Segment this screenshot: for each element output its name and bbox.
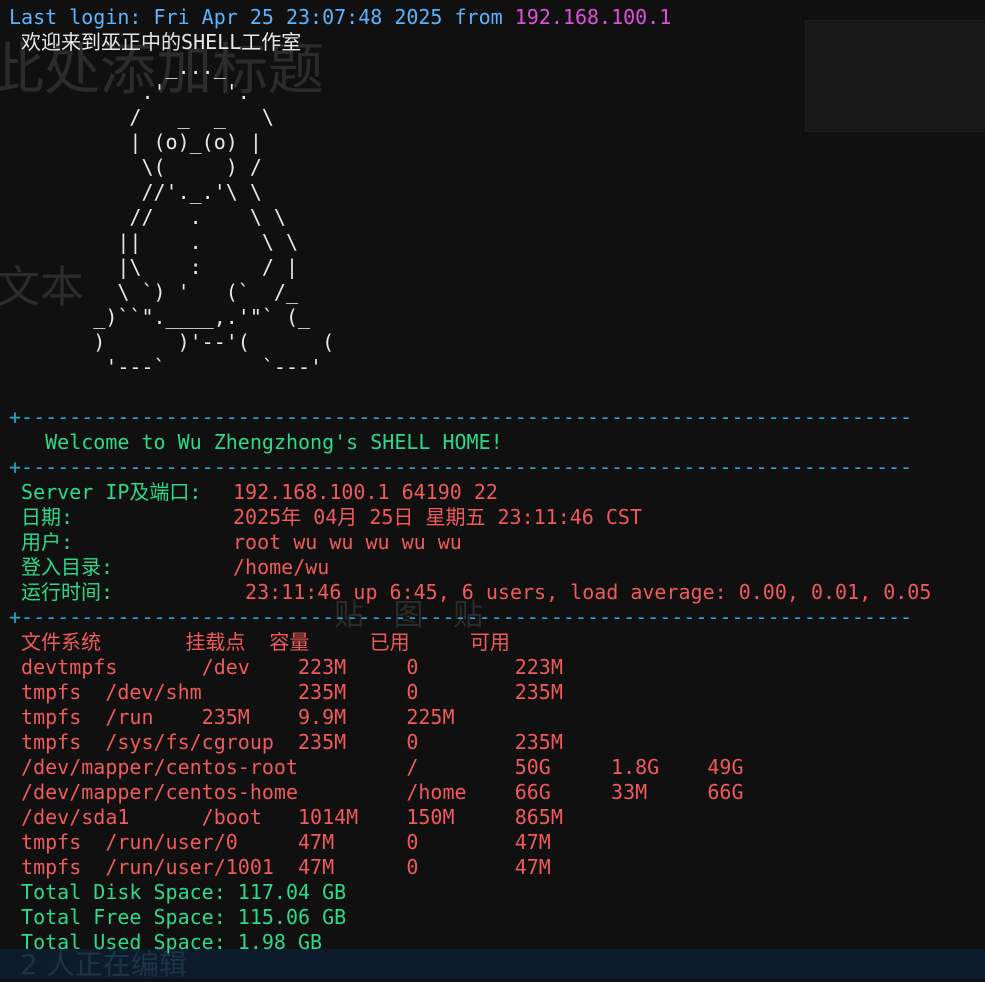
total-disk-space: Total Disk Space: 117.04 GB bbox=[9, 880, 347, 904]
disk-table-row: tmpfs /run/user/1001 47M 0 47M bbox=[9, 855, 551, 879]
ascii-art-line: .' '. bbox=[9, 80, 250, 104]
info-row-uptime: 运行时间: 23:11:46 up 6:45, 6 users, load av… bbox=[9, 580, 985, 605]
info-key: 日期: bbox=[9, 505, 74, 529]
ascii-art-line: |\ : / | bbox=[9, 255, 298, 279]
disk-table-row: tmpfs /dev/shm 235M 0 235M bbox=[9, 680, 563, 704]
last-login-label: Last login: Fri Apr 25 23:07:48 2025 fro… bbox=[9, 5, 515, 29]
info-key: 运行时间: bbox=[9, 580, 114, 604]
ascii-art-line: || . \ \ bbox=[9, 230, 298, 254]
disk-table-row: /dev/sda1 /boot 1014M 150M 865M bbox=[9, 805, 563, 829]
divider-bottom: +---------------------------------------… bbox=[9, 605, 913, 629]
info-key: 登入目录: bbox=[9, 555, 114, 579]
disk-table-row: tmpfs /sys/fs/cgroup 235M 0 235M bbox=[9, 730, 563, 754]
ascii-art-line: //'._.'\ \ bbox=[9, 180, 262, 204]
disk-table-row: tmpfs /run 235M 9.9M 225M bbox=[9, 705, 455, 729]
ascii-art-line: _..._ bbox=[9, 55, 226, 79]
info-value: 23:11:46 up 6:45, 6 users, load average:… bbox=[233, 580, 932, 604]
ascii-art-line: ) )'--'( ( bbox=[9, 330, 335, 354]
info-key: Server IP及端口: bbox=[9, 480, 202, 504]
info-row-date: 日期: 2025年 04月 25日 星期五 23:11:46 CST bbox=[9, 505, 985, 530]
last-login-ip: 192.168.100.1 bbox=[514, 5, 672, 29]
info-value: /home/wu bbox=[233, 555, 330, 579]
ascii-art-line: / _ _ \ bbox=[9, 105, 274, 129]
info-value: 192.168.100.1 64190 22 bbox=[233, 480, 498, 504]
info-value: root wu wu wu wu wu bbox=[233, 530, 462, 554]
system-info: Server IP及端口: 192.168.100.1 64190 22 日期: 2… bbox=[9, 480, 985, 605]
ascii-art-line: '---` `---' bbox=[9, 355, 323, 379]
divider-top: +---------------------------------------… bbox=[9, 405, 913, 429]
ascii-art-line: \( ) / bbox=[9, 155, 262, 179]
info-row-user: 用户: root wu wu wu wu wu bbox=[9, 530, 985, 555]
divider-middle: +---------------------------------------… bbox=[9, 455, 913, 479]
info-value: 2025年 04月 25日 星期五 23:11:46 CST bbox=[233, 505, 642, 529]
ascii-art-line: // . \ \ bbox=[9, 205, 286, 229]
tux-ascii-art: _..._ .' '. / _ _ \ | (o)_(o) | \( ) / /… bbox=[9, 55, 985, 380]
ascii-art-line: | (o)_(o) | bbox=[9, 130, 262, 154]
total-free-space: Total Free Space: 115.06 GB bbox=[9, 905, 347, 929]
info-key: 用户: bbox=[9, 530, 74, 554]
motd-line: 欢迎来到巫正中的SHELL工作室 bbox=[9, 30, 302, 54]
ascii-art-line: _)``".____,.'"` (_ bbox=[9, 305, 311, 329]
disk-totals: Total Disk Space: 117.04 GB Total Free S… bbox=[9, 880, 985, 955]
disk-table-row: /dev/mapper/centos-home /home 66G 33M 66… bbox=[9, 780, 744, 804]
info-row-home: 登入目录: /home/wu bbox=[9, 555, 985, 580]
disk-table-row: /dev/mapper/centos-root / 50G 1.8G 49G bbox=[9, 755, 744, 779]
welcome-banner: Welcome to Wu Zhengzhong's SHELL HOME! bbox=[9, 430, 503, 454]
info-row-ip: Server IP及端口: 192.168.100.1 64190 22 bbox=[9, 480, 985, 505]
disk-table-row: devtmpfs /dev 223M 0 223M bbox=[9, 655, 563, 679]
disk-table-header: 文件系统 挂载点 容量 已用 可用 bbox=[9, 630, 510, 654]
disk-table-row: tmpfs /run/user/0 47M 0 47M bbox=[9, 830, 551, 854]
last-login-line: Last login: Fri Apr 25 23:07:48 2025 fro… bbox=[9, 5, 985, 30]
ascii-art-line: \ `) ' (` /_ bbox=[9, 280, 298, 304]
terminal-window[interactable]: Last login: Fri Apr 25 23:07:48 2025 fro… bbox=[0, 0, 985, 979]
total-used-space: Total Used Space: 1.98 GB bbox=[9, 930, 323, 954]
disk-usage-table: 文件系统 挂载点 容量 已用 可用 devtmpfs /dev 223M 0 2… bbox=[9, 630, 985, 880]
